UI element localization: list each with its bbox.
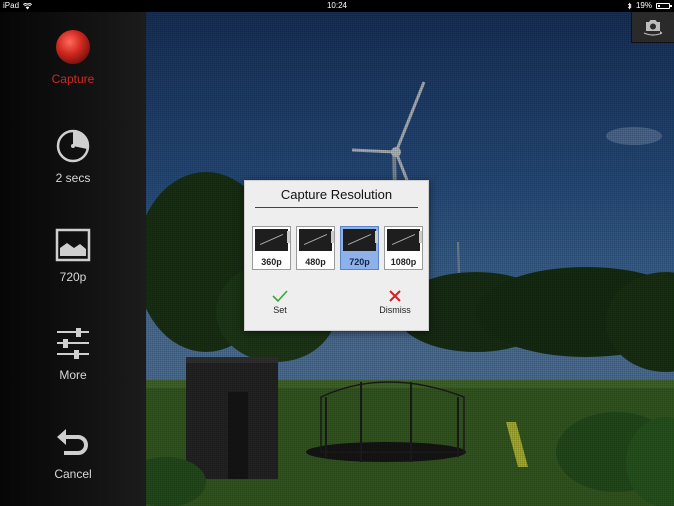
capture-resolution-dialog: Capture Resolution 360p 480p 720p 1080p … [244,180,429,331]
bluetooth-icon [627,2,632,10]
undo-arrow-icon [57,429,88,455]
status-bar: iPad 10:24 19% [0,0,674,12]
clock-icon [56,129,90,163]
image-icon [55,228,91,262]
dialog-title: Capture Resolution [280,187,393,202]
switch-camera-button[interactable] [631,12,674,43]
close-x-icon [389,290,401,302]
capture-label: Capture [51,72,95,86]
resolution-thumbnail [387,229,420,251]
dismiss-button[interactable]: Dismiss [375,289,415,315]
option-label: 480p [305,257,326,267]
resolution-thumbnail [343,229,376,251]
checkmark-icon [272,290,288,303]
timer-label: 2 secs [55,171,91,185]
switch-camera-icon [643,20,663,36]
dismiss-label: Dismiss [379,305,411,315]
more-label: More [59,368,87,382]
resolution-label: 720p [59,270,87,284]
resolution-button[interactable]: 720p [0,226,146,284]
resolution-option-720p[interactable]: 720p [340,226,379,270]
more-button[interactable]: More [0,324,146,382]
resolution-thumbnail [255,229,288,251]
resolution-option-360p[interactable]: 360p [252,226,291,270]
title-divider [255,207,418,208]
battery-percent: 19% [635,1,652,10]
sliders-icon [57,328,89,359]
resolution-option-480p[interactable]: 480p [296,226,335,270]
option-label: 1080p [390,257,417,267]
sidebar: Capture 2 secs 720p More Cancel [0,12,146,506]
resolution-thumbnail [299,229,332,251]
set-button[interactable]: Set [265,289,295,315]
cancel-button[interactable]: Cancel [0,423,146,481]
option-label: 720p [349,257,370,267]
record-icon [56,30,90,64]
battery-icon [656,3,672,9]
capture-button[interactable]: Capture [0,28,146,86]
set-label: Set [273,305,287,315]
option-label: 360p [261,257,282,267]
status-time: 10:24 [326,1,348,10]
timer-button[interactable]: 2 secs [0,127,146,185]
resolution-option-1080p[interactable]: 1080p [384,226,423,270]
cancel-label: Cancel [54,467,92,481]
